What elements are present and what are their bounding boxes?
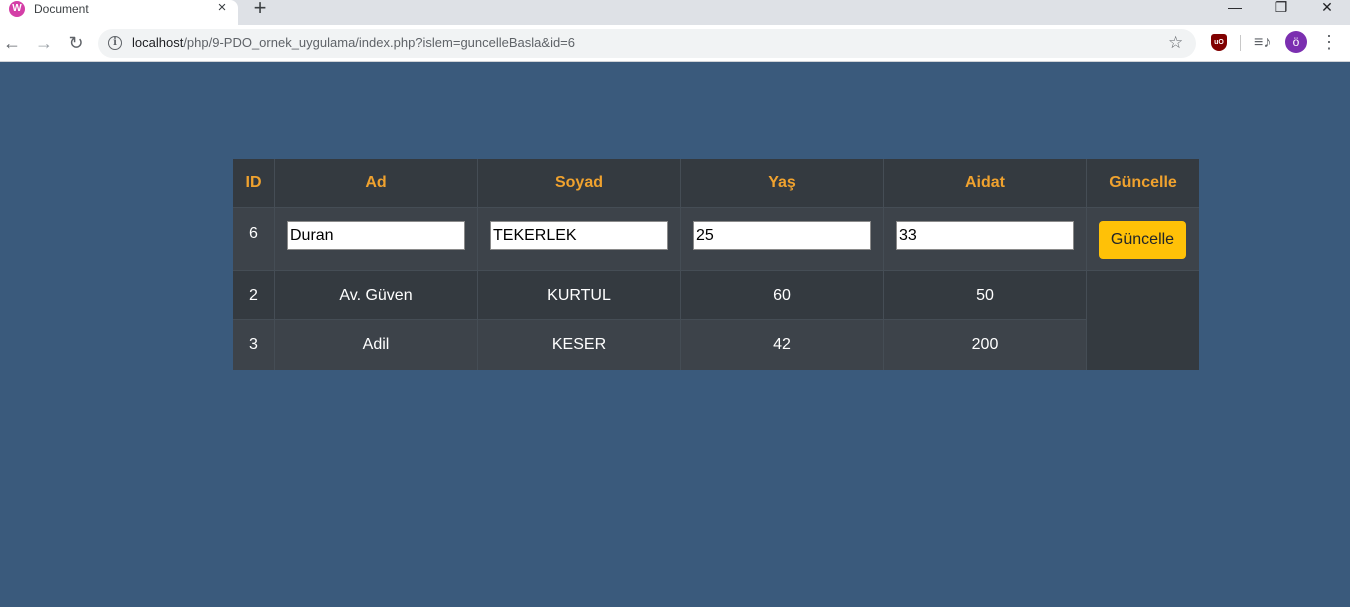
address-bar[interactable]: i localhost/php/9-PDO_ornek_uygulama/ind… <box>98 29 1196 58</box>
edit-row-soyad-cell <box>478 208 681 271</box>
yas-input[interactable] <box>693 221 871 250</box>
url-text[interactable]: localhost/php/9-PDO_ornek_uygulama/index… <box>132 35 575 51</box>
restore-icon[interactable]: ❐ <box>1271 0 1291 16</box>
header-soyad: Soyad <box>478 159 681 208</box>
aidat-input[interactable] <box>896 221 1074 250</box>
soyad-input[interactable] <box>490 221 668 250</box>
header-yas: Yaş <box>681 159 884 208</box>
table-row-1-ad: Av. Güven <box>275 271 478 320</box>
table-row-1-aidat: 50 <box>884 271 1087 320</box>
edit-row-id: 6 <box>233 208 275 271</box>
table-row-2-soyad: KESER <box>478 320 681 370</box>
table-row-1-yas: 60 <box>681 271 884 320</box>
new-tab-button[interactable]: + <box>250 0 270 19</box>
bookmark-star-icon[interactable]: ☆ <box>1168 32 1183 54</box>
header-ad: Ad <box>275 159 478 208</box>
table-row-1-id: 2 <box>233 271 275 320</box>
ublock-icon[interactable]: uO <box>1211 34 1227 51</box>
profile-avatar[interactable]: ö <box>1285 31 1307 53</box>
table-row-2-aidat: 200 <box>884 320 1087 370</box>
edit-row-aidat-cell <box>884 208 1087 271</box>
toolbar-divider <box>1240 35 1241 51</box>
guncelle-button[interactable]: Güncelle <box>1099 221 1186 259</box>
info-icon[interactable]: i <box>108 36 122 50</box>
edit-row-action-cell: Güncelle <box>1087 208 1199 271</box>
minimize-icon[interactable]: — <box>1225 0 1245 16</box>
header-id: ID <box>233 159 275 208</box>
reload-icon[interactable]: ↻ <box>64 31 88 55</box>
browser-toolbar: ← → ↻ i localhost/php/9-PDO_ornek_uygula… <box>0 25 1350 62</box>
table-row-2-id: 3 <box>233 320 275 370</box>
table-row-1-soyad: KURTUL <box>478 271 681 320</box>
header-aidat: Aidat <box>884 159 1087 208</box>
edit-row-ad-cell <box>275 208 478 271</box>
back-icon[interactable]: ← <box>0 31 24 55</box>
table-row-2-yas: 42 <box>681 320 884 370</box>
ad-input[interactable] <box>287 221 465 250</box>
table-row-2-ad: Adil <box>275 320 478 370</box>
members-table: ID Ad Soyad Yaş Aidat Güncelle 6 Güncell… <box>233 159 1199 370</box>
forward-icon[interactable]: → <box>32 31 56 55</box>
wamp-favicon-icon: W <box>9 1 25 17</box>
edit-row-yas-cell <box>681 208 884 271</box>
header-guncelle: Güncelle <box>1087 159 1199 208</box>
window-close-icon[interactable]: ✕ <box>1317 0 1337 16</box>
browser-tab[interactable]: W Document × <box>0 0 238 25</box>
tab-title: Document <box>34 2 89 16</box>
menu-icon[interactable]: ⋮ <box>1320 31 1338 53</box>
media-control-icon[interactable]: ≡♪ <box>1254 32 1271 54</box>
close-tab-icon[interactable]: × <box>214 0 230 16</box>
tab-strip: W Document × + — ❐ ✕ <box>0 0 1350 25</box>
